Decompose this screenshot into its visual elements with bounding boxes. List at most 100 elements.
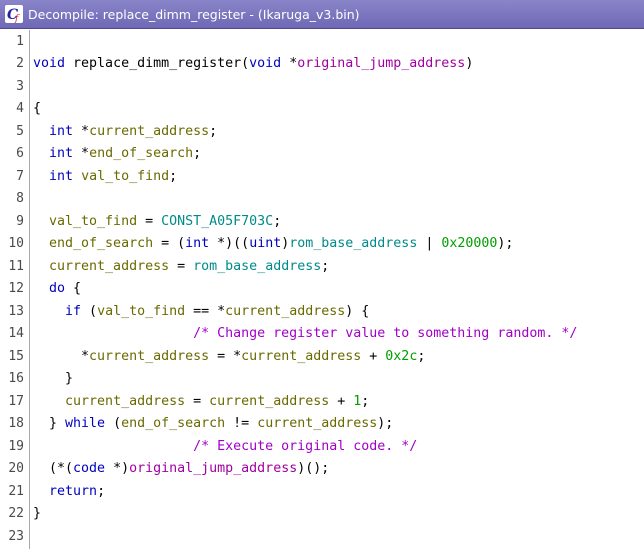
code-line[interactable]: 5 int *current_address; (0, 120, 644, 143)
code-token-plain[interactable] (33, 236, 49, 251)
code-text[interactable]: /* Execute original code. */ (29, 439, 417, 454)
code-token-param[interactable]: original_jump_address (297, 56, 465, 71)
code-token-plain[interactable]: (*( (33, 461, 73, 476)
code-token-plain[interactable]: = (169, 259, 193, 274)
code-line[interactable]: 6 int *end_of_search; (0, 143, 644, 166)
code-line[interactable]: 16 } (0, 368, 644, 391)
code-line[interactable]: 3 (0, 75, 644, 98)
code-token-kw[interactable]: void (33, 56, 65, 71)
code-text[interactable]: } (29, 371, 73, 386)
code-text[interactable]: { (29, 101, 41, 116)
code-token-glob[interactable]: CONST_A05F703C (161, 214, 273, 229)
code-token-plain[interactable] (33, 304, 65, 319)
code-token-plain[interactable] (33, 146, 49, 161)
code-text[interactable]: (*(code *)original_jump_address)(); (29, 461, 329, 476)
code-token-plain[interactable] (33, 259, 49, 274)
code-token-plain[interactable]: * (33, 349, 89, 364)
code-token-var[interactable]: val_to_find (49, 214, 137, 229)
code-token-plain[interactable]: = (137, 214, 161, 229)
code-token-var[interactable]: end_of_search (121, 416, 225, 431)
code-token-var[interactable]: current_address (89, 349, 209, 364)
window-titlebar[interactable]: C f Decompile: replace_dimm_register - (… (0, 0, 644, 29)
code-token-plain[interactable]: } (33, 506, 41, 521)
code-token-var[interactable]: current_address (225, 304, 345, 319)
code-token-plain[interactable]: ; (193, 146, 201, 161)
code-text[interactable]: current_address = rom_base_address; (29, 259, 329, 274)
decompiled-code-view[interactable]: 1 2 void replace_dimm_register(void *origi… (0, 30, 644, 549)
code-text[interactable]: do { (29, 281, 81, 296)
code-token-plain[interactable] (33, 394, 65, 409)
code-token-num[interactable]: 0x20000 (441, 236, 497, 251)
code-line[interactable]: 23 (0, 525, 644, 548)
code-token-plain[interactable] (33, 484, 49, 499)
code-token-plain[interactable]: + (361, 349, 385, 364)
code-token-plain[interactable] (33, 124, 49, 139)
code-token-var[interactable]: current_address (241, 349, 361, 364)
code-text[interactable]: int val_to_find; (29, 169, 177, 184)
code-line[interactable]: 21 return; (0, 480, 644, 503)
code-token-glob[interactable]: rom_base_address (289, 236, 417, 251)
code-token-plain[interactable]: != (225, 416, 257, 431)
code-token-kw[interactable]: if (65, 304, 81, 319)
code-token-plain[interactable]: = (185, 394, 209, 409)
code-token-var[interactable]: current_address (89, 124, 209, 139)
code-token-plain[interactable] (33, 439, 193, 454)
code-token-glob[interactable]: rom_base_address (193, 259, 321, 274)
code-token-plain[interactable]: { (65, 281, 81, 296)
code-token-cmt[interactable]: /* Change register value to something ra… (193, 326, 577, 341)
code-token-param[interactable]: original_jump_address (129, 461, 297, 476)
code-token-plain[interactable]: { (33, 101, 41, 116)
code-token-var[interactable]: current_address (209, 394, 329, 409)
code-text[interactable]: } while (end_of_search != current_addres… (29, 416, 393, 431)
code-token-plain[interactable]: == * (185, 304, 225, 319)
code-text[interactable]: *current_address = *current_address + 0x… (29, 349, 425, 364)
code-text[interactable]: int *end_of_search; (29, 146, 201, 161)
code-text[interactable]: } (29, 506, 41, 521)
code-token-kw[interactable]: int (49, 169, 73, 184)
code-text[interactable]: void replace_dimm_register(void *origina… (29, 56, 473, 71)
code-token-plain[interactable]: ; (417, 349, 425, 364)
code-text[interactable]: int *current_address; (29, 124, 217, 139)
code-token-plain[interactable]: ( (105, 416, 121, 431)
code-line[interactable]: 14 /* Change register value to something… (0, 323, 644, 346)
code-token-plain[interactable]: ; (97, 484, 105, 499)
code-line[interactable]: 2 void replace_dimm_register(void *origin… (0, 53, 644, 76)
code-token-var[interactable]: end_of_search (49, 236, 153, 251)
code-token-cmt[interactable]: /* Execute original code. */ (193, 439, 417, 454)
code-token-plain[interactable]: * (73, 124, 89, 139)
code-token-plain[interactable] (33, 281, 49, 296)
code-line[interactable]: 17 current_address = current_address + 1… (0, 390, 644, 413)
code-token-plain[interactable]: ) (465, 56, 473, 71)
code-token-var[interactable]: current_address (65, 394, 185, 409)
code-token-plain[interactable]: + (329, 394, 353, 409)
code-token-plain[interactable]: ; (361, 394, 369, 409)
code-line[interactable]: 22} (0, 503, 644, 526)
code-line[interactable]: 12 do { (0, 278, 644, 301)
code-text[interactable]: /* Change register value to something ra… (29, 326, 577, 341)
code-token-kw[interactable]: while (65, 416, 105, 431)
code-token-kw[interactable]: int (49, 124, 73, 139)
code-line[interactable]: 20 (*(code *)original_jump_address)(); (0, 458, 644, 481)
code-token-plain[interactable]: = * (209, 349, 241, 364)
code-token-kw[interactable]: uint (249, 236, 281, 251)
code-token-plain[interactable]: | (417, 236, 441, 251)
code-token-plain[interactable] (33, 169, 49, 184)
code-text[interactable]: current_address = current_address + 1; (29, 394, 369, 409)
code-token-plain[interactable]: replace_dimm_register( (65, 56, 249, 71)
code-token-plain[interactable] (33, 326, 193, 341)
code-token-var[interactable]: end_of_search (89, 146, 193, 161)
code-token-plain[interactable]: * (281, 56, 297, 71)
code-token-plain[interactable]: *) (105, 461, 129, 476)
code-token-plain[interactable]: } (33, 416, 65, 431)
code-token-plain[interactable]: ; (273, 214, 281, 229)
code-line[interactable]: 1 (0, 30, 644, 53)
code-token-kw[interactable]: do (49, 281, 65, 296)
code-token-plain[interactable]: * (73, 146, 89, 161)
code-token-plain[interactable]: = ( (153, 236, 185, 251)
code-token-plain[interactable] (73, 169, 81, 184)
code-text[interactable]: val_to_find = CONST_A05F703C; (29, 214, 281, 229)
code-token-kw[interactable]: void (249, 56, 281, 71)
code-token-plain[interactable]: } (33, 371, 73, 386)
code-token-var[interactable]: val_to_find (81, 169, 169, 184)
code-token-plain[interactable] (33, 214, 49, 229)
